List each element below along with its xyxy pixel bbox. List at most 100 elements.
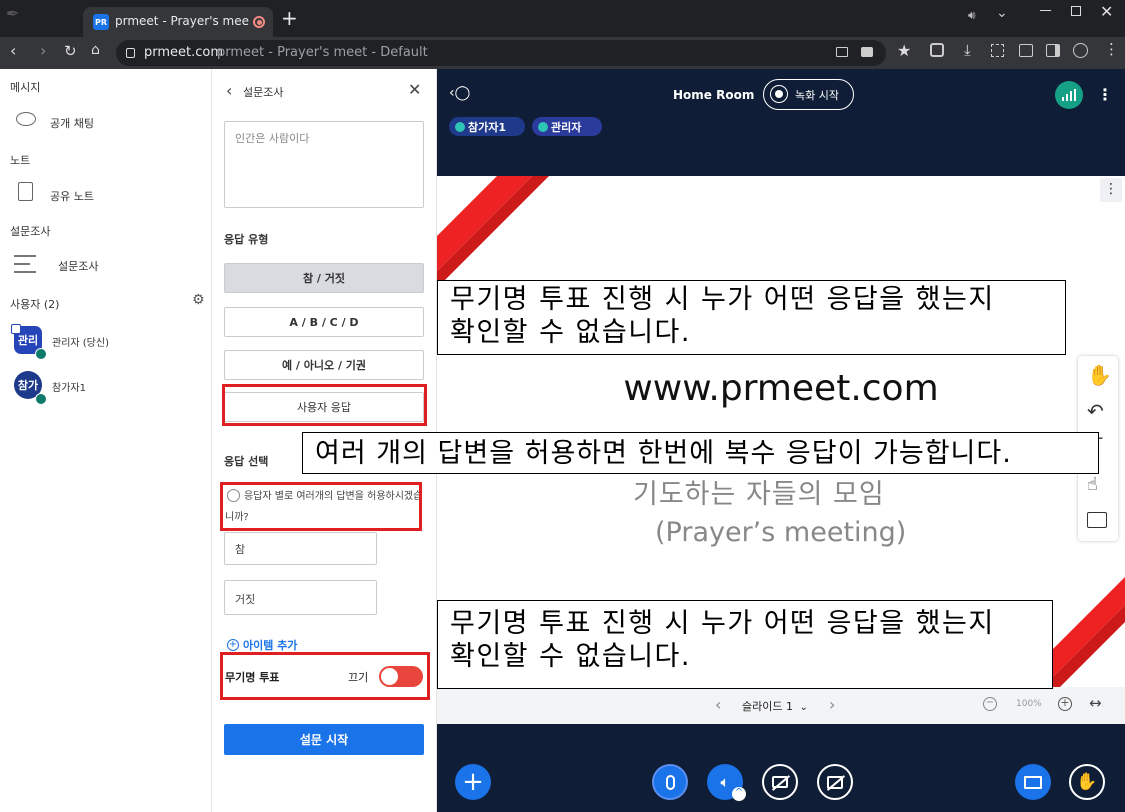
close-window-icon[interactable]: ✕ <box>1100 2 1113 21</box>
sidebar-item-polls[interactable]: 설문조사 <box>58 258 98 274</box>
zoom-in-icon[interactable]: + <box>1058 697 1072 711</box>
slide-url-text: www.prmeet.com <box>623 368 939 409</box>
panel-title[interactable]: 설문조사 <box>243 84 283 100</box>
undo-icon[interactable]: ↶ <box>1087 399 1104 423</box>
highlight-box-anonymous <box>220 652 430 700</box>
user-list-toggle-icon[interactable]: ‹◯ <box>449 85 470 101</box>
poll-list-icon <box>14 255 36 273</box>
talking-badge-participant: 참가자1 <box>449 117 525 136</box>
download-icon[interactable]: ⤓ <box>964 41 971 59</box>
chat-bubble-icon <box>16 112 36 126</box>
record-button[interactable]: 녹화 시작 <box>763 79 854 110</box>
add-item-plus-icon[interactable]: + <box>227 639 239 651</box>
presentation-button[interactable] <box>1015 764 1051 800</box>
microphone-icon <box>665 774 675 790</box>
annotation-line: 무기명 투표 진행 시 누가 어떤 응답을 했는지 <box>450 608 995 639</box>
microphone-button[interactable] <box>652 764 688 800</box>
response-type-label: 응답 유형 <box>224 233 269 246</box>
prev-slide-icon[interactable]: ‹ <box>715 695 721 714</box>
reading-mode-icon[interactable] <box>1019 44 1033 57</box>
annotation-note-bottom: 무기명 투표 진행 시 누가 어떤 응답을 했는지 확인할 수 없습니다. <box>437 600 1053 689</box>
forward-icon[interactable]: › <box>40 41 46 60</box>
type-abcd-button[interactable]: A / B / C / D <box>224 307 424 337</box>
sidebar: 메시지 공개 채팅 노트 공유 노트 설문조사 설문조사 사용자 (2) ⚙ 관… <box>0 69 212 812</box>
camera-off-button[interactable] <box>762 764 798 800</box>
profile-icon[interactable] <box>1073 43 1088 58</box>
slide-select[interactable]: 슬라이드 1 ⌄ <box>742 698 808 714</box>
connection-signal-icon[interactable] <box>1055 81 1083 109</box>
reload-icon[interactable]: ↻ <box>64 42 77 60</box>
speaker-icon: 🔈︎ <box>720 773 730 791</box>
video-off-icon <box>771 775 791 791</box>
screenshot-icon[interactable] <box>991 44 1004 57</box>
minimize-icon[interactable] <box>1040 10 1051 11</box>
browser-tab-bar: ✒ PR prmeet - Prayer's meet - De + 🔊︎ ⌄ … <box>0 0 1125 37</box>
camera-icon[interactable] <box>861 47 873 57</box>
question-input[interactable]: 인간은 사람이다 <box>224 121 424 208</box>
sidepanel-icon[interactable] <box>1046 44 1060 57</box>
messages-header: 메시지 <box>10 81 41 94</box>
back-chevron-icon[interactable]: ‹ <box>226 81 232 100</box>
user-row-participant[interactable]: 참가 참가자1 <box>0 369 211 409</box>
room-name: Home Room <box>673 88 755 102</box>
close-icon[interactable]: ✕ <box>408 80 421 99</box>
mic-icon <box>455 121 465 132</box>
record-label: 녹화 시작 <box>795 89 839 102</box>
slide-subtitle-en: (Prayer’s meeting) <box>655 517 907 548</box>
annotation-line: 무기명 투표 진행 시 누가 어떤 응답을 했는지 <box>450 284 995 315</box>
type-true-false-button[interactable]: 참 / 거짓 <box>224 263 424 293</box>
mic-badge-icon <box>35 393 47 405</box>
slide-subtitle-kr: 기도하는 자들의 모임 <box>633 479 885 510</box>
cast-icon[interactable] <box>836 47 848 57</box>
url-domain: prmeet.com <box>144 45 224 60</box>
home-icon[interactable]: ⌂ <box>91 42 100 58</box>
annotation-note-top: 무기명 투표 진행 시 누가 어떤 응답을 했는지 확인할 수 없습니다. <box>437 280 1066 355</box>
address-bar[interactable]: prmeet.com prmeet - Prayer's meet - Defa… <box>116 40 886 66</box>
browser-menu-icon[interactable]: ⋮ <box>1104 40 1119 58</box>
extensions-icon[interactable] <box>930 43 944 57</box>
hand-pan-icon[interactable]: ✋ <box>1087 363 1112 387</box>
sidebar-item-shared-notes[interactable]: 공유 노트 <box>50 188 94 204</box>
start-poll-button[interactable]: 설문 시작 <box>224 724 424 755</box>
bookmark-star-icon[interactable]: ★ <box>897 41 911 60</box>
zoom-out-icon[interactable]: − <box>983 697 997 711</box>
annotation-line: 확인할 수 없습니다. <box>450 641 691 672</box>
back-icon[interactable]: ‹ <box>10 41 16 60</box>
pointer-hand-icon[interactable]: ☝ <box>1087 474 1098 495</box>
add-item-link[interactable]: 아이템 추가 <box>243 637 297 653</box>
type-yes-no-abstain-button[interactable]: 예 / 아니오 / 기권 <box>224 350 424 380</box>
notes-header: 노트 <box>10 154 31 167</box>
actions-plus-button[interactable]: + <box>455 764 491 800</box>
gear-icon[interactable]: ⚙ <box>192 292 205 308</box>
favicon: PR <box>93 14 109 30</box>
user-name: 참가자1 <box>52 383 86 394</box>
raise-hand-icon: ✋ <box>1076 772 1098 792</box>
browser-tab[interactable]: PR prmeet - Prayer's meet - De <box>83 7 273 37</box>
browser-toolbar: ‹ › ↻ ⌂ prmeet.com prmeet - Prayer's mee… <box>0 37 1125 69</box>
tab-title: prmeet - Prayer's meet - De <box>115 14 249 28</box>
new-tab-icon[interactable]: + <box>281 8 298 28</box>
chart-icon[interactable] <box>1087 512 1107 528</box>
chevron-down-icon: ⌄ <box>799 702 808 713</box>
option-input-true[interactable]: 참 <box>224 532 377 565</box>
audio-button[interactable]: 🔈︎ ^ <box>707 764 746 801</box>
recording-indicator-icon <box>253 16 265 28</box>
lock-icon <box>126 48 135 58</box>
raise-hand-button[interactable]: ✋ <box>1069 764 1105 800</box>
talking-badge-admin: 관리자 <box>532 117 602 136</box>
next-slide-icon[interactable]: › <box>829 695 835 714</box>
fit-width-icon[interactable]: ↔ <box>1089 694 1102 712</box>
screen-share-off-icon <box>826 774 846 791</box>
more-options-icon[interactable]: ⋮ <box>1097 85 1113 104</box>
audio-icon[interactable]: 🔊︎ <box>968 8 976 23</box>
sidebar-item-public-chat[interactable]: 공개 채팅 <box>50 115 94 131</box>
annotation-line: 여러 개의 답변을 허용하면 한번에 복수 응답이 가능합니다. <box>315 438 1012 469</box>
slide-menu-icon[interactable]: ⋮ <box>1100 178 1122 202</box>
audio-options-icon[interactable]: ^ <box>732 787 746 801</box>
maximize-icon[interactable] <box>1071 6 1081 16</box>
browser-menu-doodle-icon: ✒ <box>6 4 20 23</box>
option-input-false[interactable]: 거짓 <box>224 580 377 615</box>
user-row-admin[interactable]: 관리 관리자 (당신) <box>0 322 211 362</box>
screen-share-off-button[interactable] <box>817 764 853 800</box>
chevron-down-icon[interactable]: ⌄ <box>996 5 1008 21</box>
